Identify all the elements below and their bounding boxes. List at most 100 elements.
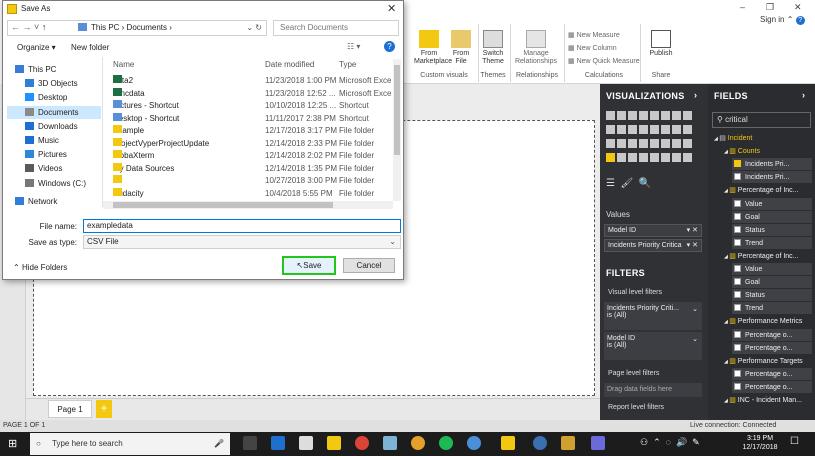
table-row[interactable]: R10/27/2018 3:00 PMFile folder [107,175,391,188]
chrome-icon[interactable] [355,436,369,450]
field-item[interactable]: Percentage o... [734,343,814,352]
field-item[interactable]: Goal [734,212,814,221]
checkbox[interactable] [734,304,741,312]
powerbi-taskbar-icon[interactable] [501,436,515,450]
checkbox[interactable] [734,278,741,286]
checkbox[interactable] [734,382,741,390]
taskbar-search-input[interactable]: ○ Type here to search 🎤 [30,433,230,455]
table-row[interactable]: ciincdata 11/23/2018 12:52 ... Microsoft E… [107,87,391,101]
table-row[interactable]: Audacity 10/4/2018 5:55 PM File folder [107,187,391,201]
chevron-right-icon[interactable]: › [802,90,805,100]
notifications-icon[interactable]: ☐ [790,436,799,447]
app-icon[interactable] [591,436,605,450]
view-options-icon[interactable]: ☷ ▾ [347,42,360,51]
address-bar[interactable]: This PC › Documents › ⌄ ↻ [7,20,267,36]
checkbox[interactable] [734,160,741,168]
remove-icon[interactable]: ▾ ✕ [687,225,698,236]
help-icon[interactable]: ? [384,41,395,52]
visual-gallery[interactable] [606,110,700,170]
window-close-button[interactable]: ✕ [794,2,802,13]
field-item[interactable]: Incidents Pri... [734,160,814,168]
filter-card-model-id[interactable]: Model ID is (All) ⌄ [604,332,702,360]
edge-icon[interactable] [271,436,285,450]
nav-item[interactable]: 3D Objects [7,77,101,90]
nav-item[interactable]: Desktop [7,91,101,104]
field-item[interactable]: ◢ ▥ Percentage of Inc... [724,186,814,194]
nav-item[interactable]: This PC [7,63,101,76]
nav-item[interactable]: Windows (C:) [7,177,101,190]
spotify-icon[interactable] [439,436,453,450]
app-icon[interactable] [533,436,547,450]
field-item[interactable]: ◢ ▥ Counts [724,147,814,155]
app-icon[interactable] [411,436,425,450]
manage-relationships-button[interactable]: Manage Relationships [514,30,558,66]
checkbox[interactable] [734,369,741,377]
column-header-date[interactable]: Date modified [265,60,314,69]
checkbox[interactable] [734,343,741,351]
nav-item[interactable]: Pictures [7,148,101,161]
system-tray-icons[interactable]: ⚇ ⌃ ◌ 🔊 ✎ [640,437,700,448]
table-row[interactable]: Desktop - Shortcut 11/11/2017 2:38 PM Shor… [107,112,391,126]
from-file-button[interactable]: From File [448,30,474,66]
vertical-scroll-thumb[interactable] [394,65,400,155]
refresh-icon[interactable]: ⌄ ↻ [246,21,262,35]
mail-icon[interactable] [299,436,313,450]
from-marketplace-button[interactable]: From Marketplace [414,30,452,66]
nav-item[interactable]: Network [7,195,101,208]
remote-desktop-icon[interactable] [383,436,397,450]
organize-button[interactable]: Organize ▾ [17,43,56,52]
task-view-icon[interactable] [243,436,257,450]
field-item[interactable]: ◢ ▤ Incident [714,134,814,142]
column-header-name[interactable]: Name [113,60,134,69]
page-tab[interactable]: Page 1 [48,400,92,418]
field-item[interactable]: ◢ ▥ Percentage of Inc... [724,252,814,260]
nav-item[interactable]: Music [7,134,101,147]
field-item[interactable]: Value [734,199,814,208]
checkbox[interactable] [734,265,741,272]
nav-item[interactable]: Videos [7,162,101,175]
windows-start-icon[interactable]: ⊞ [8,437,17,450]
chevron-down-icon[interactable]: ⌄ [692,305,698,313]
field-item[interactable]: Goal [734,278,814,286]
field-item[interactable]: Percentage o... [734,369,814,378]
nav-item[interactable]: Documents [7,105,101,119]
table-row[interactable]: Example 12/17/2018 3:17 PM File folder [107,125,391,138]
new-quick-measure-button[interactable]: ▦ New Quick Measure [568,58,640,66]
table-row[interactable]: data211/23/2018 1:00 PMMicrosoft Excel C [107,75,391,88]
table-row[interactable]: Pictures - Shortcut 10/10/2018 12:25 ... S… [107,100,391,113]
values-well-model-id[interactable]: Model ID ▾ ✕ [604,224,702,237]
field-item[interactable]: Trend [734,238,814,247]
cancel-button[interactable]: Cancel [343,258,395,273]
table-row[interactable]: My Data Sources 12/14/2018 1:35 PM File fo… [107,162,391,176]
page-filter-drop-zone[interactable]: Drag data fields here [604,383,702,397]
publish-button[interactable]: Publish [646,30,676,58]
checkbox[interactable] [734,330,741,338]
app-icon[interactable] [467,436,481,450]
new-folder-button[interactable]: New folder [71,43,109,52]
checkbox[interactable] [734,225,741,233]
microphone-icon[interactable]: 🎤 [214,433,224,455]
help-icon[interactable]: ? [795,16,805,25]
field-item[interactable]: Value [734,265,814,273]
field-item[interactable]: ◢ ▥ INC - Incident Man... [724,396,814,404]
table-row[interactable]: MobaXterm 12/14/2018 2:02 PM File folder [107,150,391,163]
save-button[interactable]: ↖Save [282,256,336,275]
values-well-incidents[interactable]: Incidents Priority Critica ▾ ✕ [604,239,702,252]
filter-card-incidents[interactable]: Incidents Priority Criti... is (All) ⌄ [604,302,702,330]
taskbar-clock[interactable]: 3:19 PM 12/17/2018 [740,434,780,452]
fields-tab-icon[interactable]: ☰ 🖌 🔍 [606,178,651,189]
file-explorer-icon[interactable] [327,436,341,450]
dialog-close-button[interactable]: ✕ [387,2,396,15]
field-item[interactable]: Status [734,291,814,299]
minimize-button[interactable]: – [740,2,745,12]
field-item[interactable]: Status [734,225,814,234]
field-item[interactable]: ◢ ▥ Performance Metrics [724,317,814,325]
field-item[interactable]: Percentage o... [734,382,814,391]
new-column-button[interactable]: ▦ New Column [568,45,617,53]
field-item[interactable]: ◢ ▥ Performance Targets [724,357,814,365]
field-item[interactable]: Incidents Pri... [734,173,814,181]
checkbox[interactable] [734,199,741,207]
field-item[interactable]: Percentage o... [734,330,814,339]
checkbox[interactable] [734,212,741,220]
column-header-type[interactable]: Type [339,60,356,69]
